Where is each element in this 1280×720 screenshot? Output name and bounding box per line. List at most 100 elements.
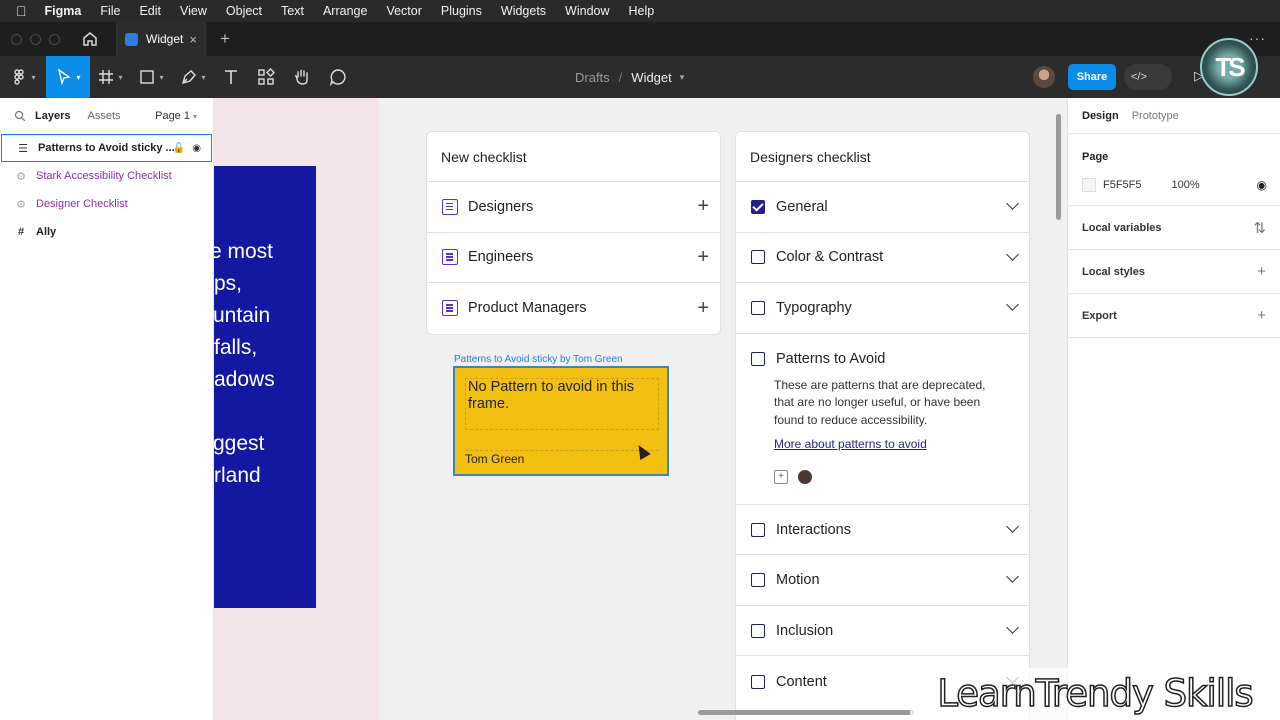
page-fill-row[interactable]: F5F5F5 100% <box>1082 178 1266 192</box>
checklist-item-typography[interactable]: Typography <box>736 283 1029 334</box>
layer-stark-widget[interactable]: ⚙ Stark Accessibility Checklist <box>0 162 213 190</box>
pen-tool[interactable]: ▾ <box>172 56 214 98</box>
chevron-down-icon[interactable] <box>1006 520 1019 533</box>
layer-designer-checklist[interactable]: ⚙ Designer Checklist <box>0 190 213 218</box>
layer-sticky[interactable]: ☰ Patterns to Avoid sticky ... 🔓 ◉ <box>1 134 212 162</box>
menu-file[interactable]: File <box>100 4 120 18</box>
checkbox[interactable] <box>751 522 765 537</box>
menu-help[interactable]: Help <box>629 4 655 18</box>
local-styles-row[interactable]: Local styles + <box>1068 250 1280 294</box>
menu-figma[interactable]: Figma <box>45 4 82 18</box>
more-about-link[interactable]: More about patterns to avoid <box>774 437 927 451</box>
figma-menu-button[interactable]: ▾ <box>0 56 46 98</box>
menu-object[interactable]: Object <box>226 4 262 18</box>
avatar[interactable] <box>1033 66 1055 88</box>
checkbox-checked[interactable] <box>751 199 765 214</box>
share-button[interactable]: Share <box>1068 64 1116 90</box>
tab-assets[interactable]: Assets <box>87 110 120 122</box>
add-icon[interactable]: + <box>697 297 709 320</box>
checklist-row-product-managers[interactable]: Product Managers + <box>427 283 720 334</box>
new-tab-button[interactable]: + <box>220 29 230 49</box>
sticky-text[interactable]: No Pattern to avoid in this frame. <box>465 378 659 430</box>
canvas[interactable]: e most ps, untain falls, adows ggest rla… <box>214 98 1067 720</box>
blue-frame[interactable]: e most ps, untain falls, adows ggest rla… <box>214 166 316 608</box>
tab-design[interactable]: Design <box>1082 110 1119 122</box>
chevron-down-icon[interactable] <box>1006 197 1019 210</box>
add-icon[interactable]: + <box>1257 307 1266 324</box>
menu-text[interactable]: Text <box>281 4 304 18</box>
shape-tool[interactable]: ▾ <box>130 56 172 98</box>
eye-icon[interactable]: ◉ <box>192 143 201 154</box>
unlock-icon[interactable]: 🔓 <box>173 143 185 154</box>
page-opacity-input[interactable]: 100% <box>1172 179 1200 191</box>
menu-view[interactable]: View <box>180 4 207 18</box>
add-icon[interactable]: + <box>697 195 709 218</box>
chevron-down-icon[interactable] <box>1006 298 1019 311</box>
sticky-note[interactable]: No Pattern to avoid in this frame. Tom G… <box>453 366 669 476</box>
home-icon[interactable] <box>82 31 98 47</box>
export-row[interactable]: Export + <box>1068 294 1280 338</box>
search-icon[interactable] <box>14 110 26 122</box>
checklist-row-engineers[interactable]: Engineers + <box>427 233 720 283</box>
more-icon[interactable]: ··· <box>1249 30 1266 46</box>
breadcrumb-drafts[interactable]: Drafts <box>575 70 610 85</box>
checkbox[interactable] <box>751 300 765 315</box>
text-tool[interactable] <box>214 56 248 98</box>
frame-text-line: rland <box>214 464 261 487</box>
checklist-item-interactions[interactable]: Interactions <box>736 505 1029 556</box>
tab-widget[interactable]: Widget × <box>116 22 206 56</box>
color-swatch[interactable] <box>1082 178 1096 192</box>
add-icon[interactable]: + <box>697 246 709 269</box>
avatar[interactable] <box>798 469 812 484</box>
tab-layers[interactable]: Layers <box>35 110 70 122</box>
chevron-down-icon[interactable] <box>1006 621 1019 634</box>
minimize-window-button[interactable] <box>30 33 41 45</box>
close-tab-icon[interactable]: × <box>189 32 197 47</box>
resources-tool[interactable] <box>248 56 284 98</box>
checkbox[interactable] <box>751 573 765 588</box>
designers-checklist-widget[interactable]: Designers checklist General Color & Cont… <box>735 131 1030 720</box>
layer-ally-frame[interactable]: # Ally <box>0 218 213 246</box>
new-checklist-widget[interactable]: New checklist Designers + Engineers + Pr… <box>426 131 721 335</box>
checkbox[interactable] <box>751 250 765 265</box>
checklist-item-general[interactable]: General <box>736 182 1029 233</box>
horizontal-scrollbar[interactable] <box>698 710 914 715</box>
menu-widgets[interactable]: Widgets <box>501 4 546 18</box>
frame-text-line: ps, <box>214 272 243 295</box>
menu-window[interactable]: Window <box>565 4 609 18</box>
file-name[interactable]: Widget <box>631 70 671 85</box>
frame-tool[interactable]: ▾ <box>90 56 130 98</box>
eye-icon[interactable]: ◉ <box>1257 178 1267 192</box>
zoom-window-button[interactable] <box>49 33 60 45</box>
expanded-row-header[interactable]: Patterns to Avoid <box>751 334 1029 384</box>
hand-tool[interactable] <box>284 56 320 98</box>
checklist-item-inclusion[interactable]: Inclusion <box>736 606 1029 657</box>
page-selector[interactable]: Page 1 ▾ <box>155 110 197 122</box>
checklist-item-patterns-to-avoid[interactable]: Patterns to Avoid These are patterns tha… <box>736 334 1029 505</box>
tab-prototype[interactable]: Prototype <box>1132 110 1179 122</box>
checkbox[interactable] <box>751 623 765 638</box>
local-variables-row[interactable]: Local variables ⇅ <box>1068 206 1280 250</box>
menu-plugins[interactable]: Plugins <box>441 4 482 18</box>
add-icon[interactable]: + <box>1257 263 1266 280</box>
menu-edit[interactable]: Edit <box>139 4 161 18</box>
chevron-down-icon[interactable] <box>1006 247 1019 261</box>
comment-tool[interactable] <box>320 56 356 98</box>
chevron-down-icon[interactable]: ▾ <box>680 72 685 83</box>
checkbox[interactable] <box>751 351 765 366</box>
close-window-button[interactable] <box>11 33 22 45</box>
sliders-icon[interactable]: ⇅ <box>1253 219 1266 237</box>
apple-icon[interactable]:  <box>16 3 27 19</box>
move-tool[interactable]: ▾ <box>46 56 90 98</box>
dev-mode-toggle[interactable]: </> <box>1124 64 1172 90</box>
checklist-row-designers[interactable]: Designers + <box>427 182 720 233</box>
page-color-input[interactable]: F5F5F5 <box>1103 179 1142 191</box>
checkbox[interactable] <box>751 674 765 689</box>
chevron-down-icon[interactable] <box>1006 570 1019 584</box>
menu-vector[interactable]: Vector <box>386 4 421 18</box>
checklist-item-color-contrast[interactable]: Color & Contrast <box>736 233 1029 283</box>
vertical-scrollbar[interactable] <box>1056 114 1061 220</box>
add-sticky-icon[interactable]: + <box>774 469 788 484</box>
checklist-item-motion[interactable]: Motion <box>736 555 1029 606</box>
menu-arrange[interactable]: Arrange <box>323 4 367 18</box>
